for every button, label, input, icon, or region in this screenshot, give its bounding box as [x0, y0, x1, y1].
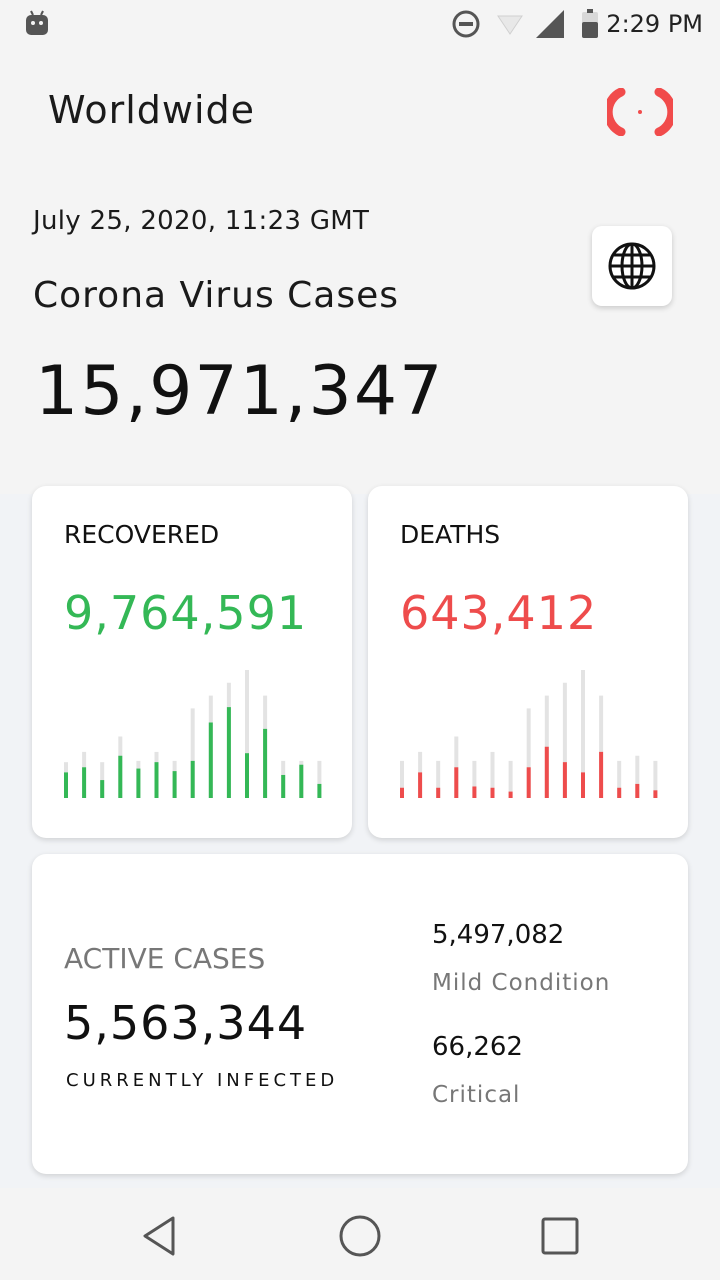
mild-condition-label: Mild Condition	[432, 970, 611, 996]
home-button[interactable]	[332, 1208, 388, 1264]
status-time: 2:29 PM	[606, 10, 703, 38]
critical-value: 66,262	[432, 1032, 523, 1062]
recents-icon	[541, 1217, 579, 1255]
mild-condition-value: 5,497,082	[432, 920, 565, 950]
recovered-label: RECOVERED	[64, 520, 220, 549]
deaths-bar-chart	[400, 670, 658, 798]
total-cases: 15,971,347	[35, 352, 445, 431]
back-icon	[143, 1216, 175, 1256]
globe-icon	[608, 242, 656, 290]
page-title: Worldwide	[48, 88, 256, 132]
home-icon	[339, 1215, 381, 1257]
deaths-label: DEATHS	[400, 520, 501, 549]
globe-button[interactable]	[592, 226, 672, 306]
update-date: July 25, 2020, 11:23 GMT	[33, 206, 370, 236]
recovered-bar-chart	[64, 670, 322, 798]
currently-infected-label: CURRENTLY INFECTED	[66, 1070, 339, 1091]
back-button[interactable]	[131, 1208, 187, 1264]
recents-button[interactable]	[532, 1208, 588, 1264]
status-bar: 2:29 PM	[0, 0, 720, 48]
battery-icon	[582, 9, 598, 38]
signal-icon	[536, 10, 564, 38]
active-cases-label: ACTIVE CASES	[64, 942, 266, 975]
deaths-value: 643,412	[400, 586, 598, 640]
deaths-card[interactable]: DEATHS 643,412	[368, 486, 688, 838]
android-icon	[25, 10, 49, 40]
wifi-icon	[497, 15, 523, 35]
active-cases-card[interactable]: ACTIVE CASES 5,563,344 CURRENTLY INFECTE…	[32, 854, 688, 1174]
recovered-value: 9,764,591	[64, 586, 308, 640]
do-not-disturb-icon	[452, 10, 480, 38]
navigation-bar	[0, 1188, 720, 1280]
virus-icon[interactable]	[603, 87, 677, 140]
critical-label: Critical	[432, 1082, 521, 1108]
cases-label: Corona Virus Cases	[33, 275, 400, 316]
status-icons	[450, 8, 600, 44]
active-cases-value: 5,563,344	[64, 996, 308, 1050]
recovered-card[interactable]: RECOVERED 9,764,591	[32, 486, 352, 838]
